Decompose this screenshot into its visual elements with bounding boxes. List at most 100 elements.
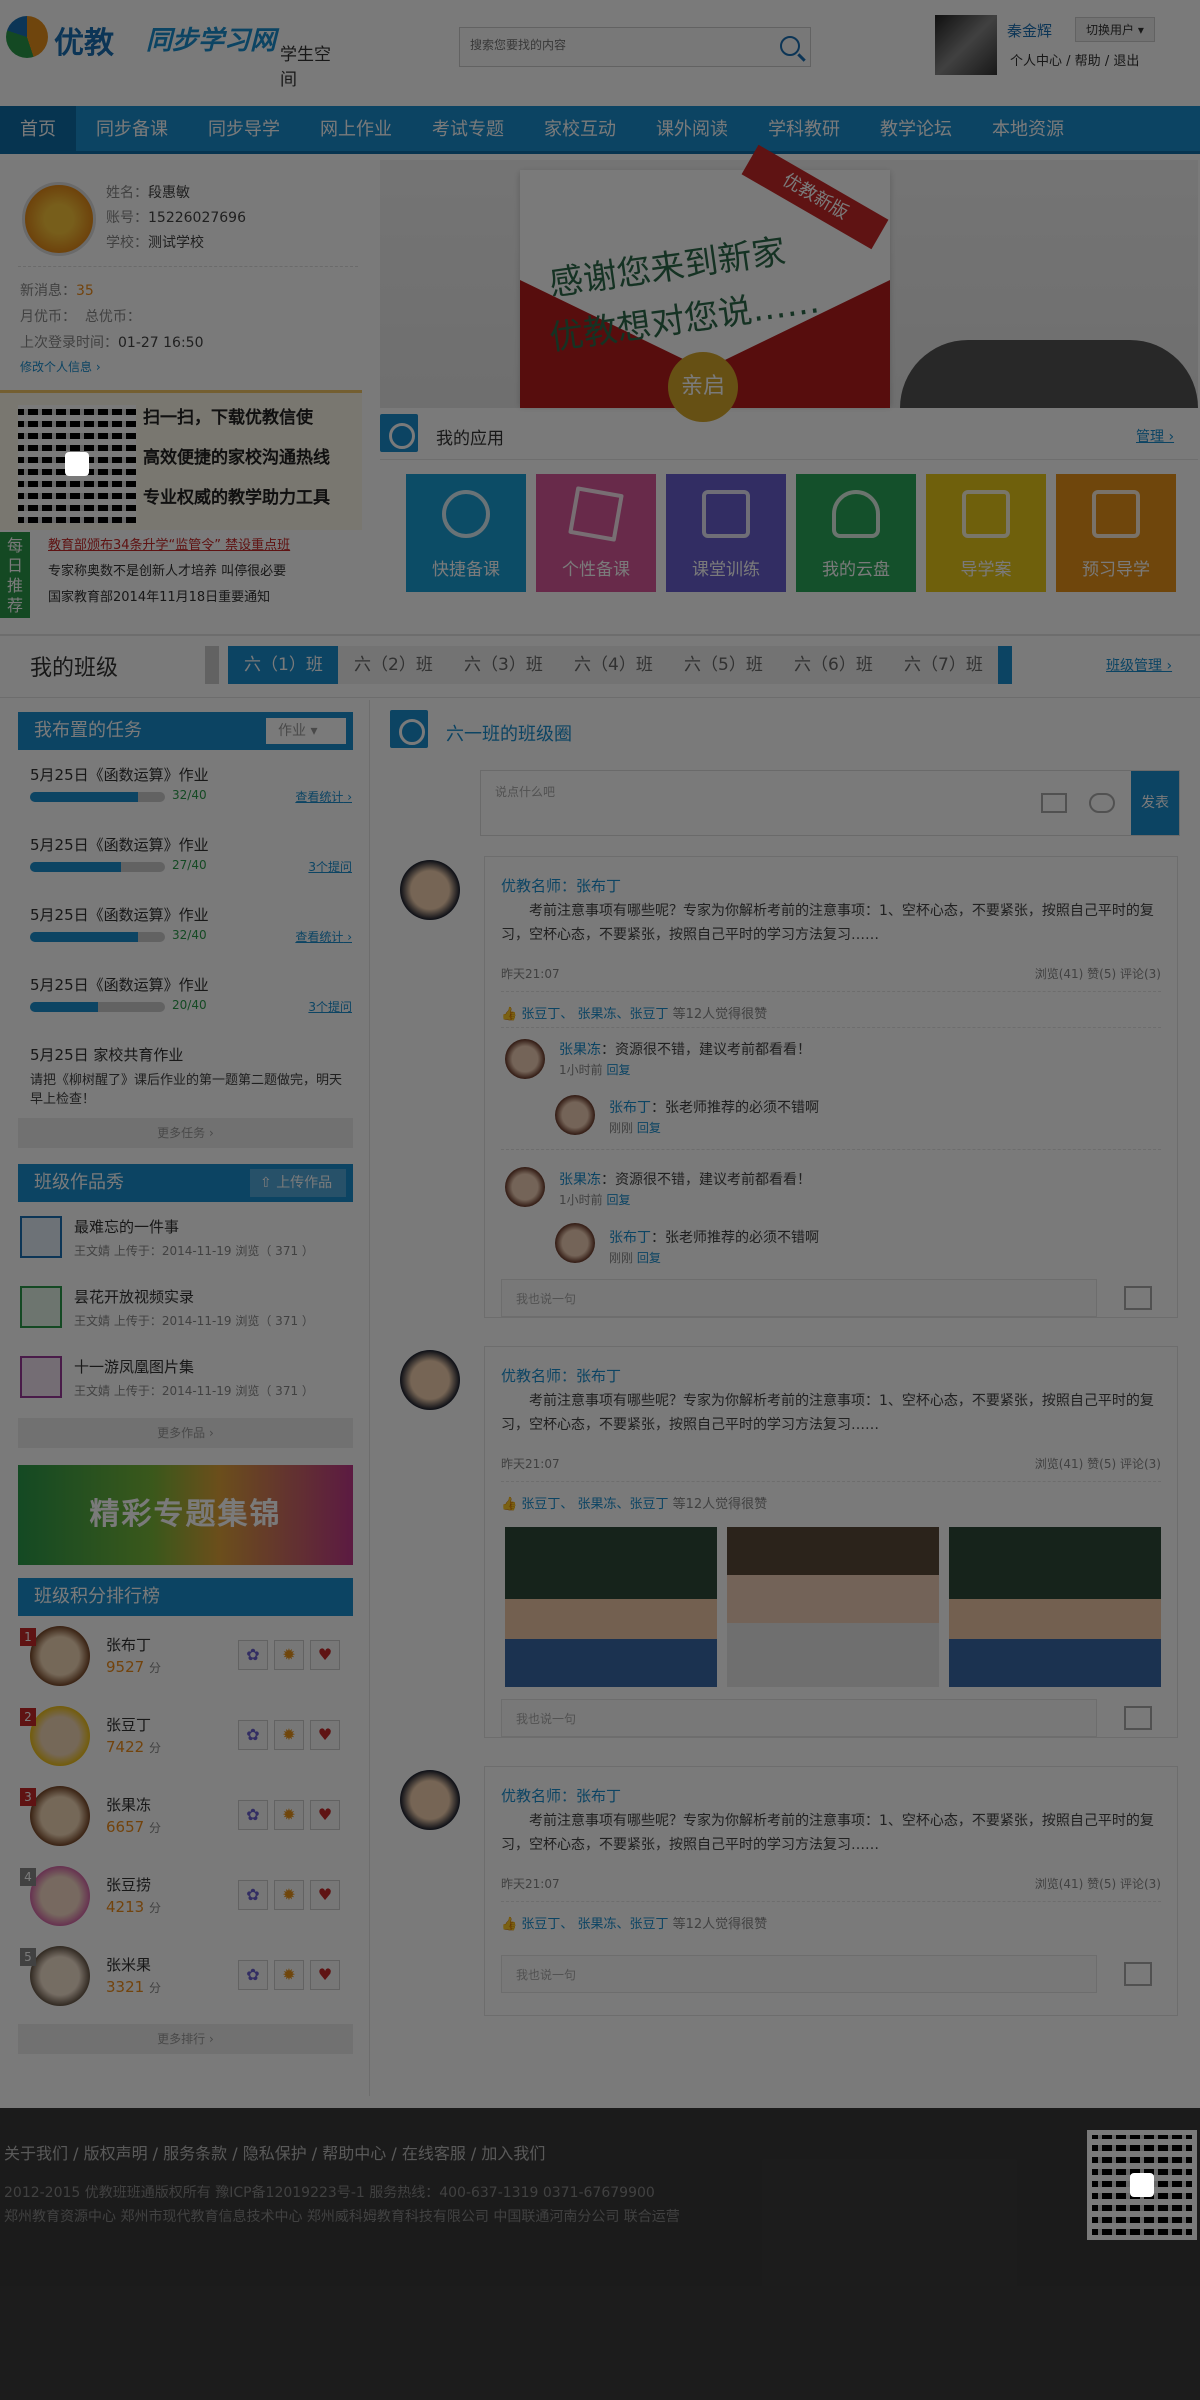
task-item[interactable]: 5月25日《函数运算》作业 27/40 3个提问 bbox=[30, 834, 352, 874]
post-avatar[interactable] bbox=[400, 1350, 460, 1410]
flower-icon[interactable]: ✿ bbox=[238, 1720, 268, 1750]
app-tile-quick-prep[interactable]: 快捷备课 bbox=[406, 474, 526, 592]
daily-item[interactable]: 教育部颁布34条升学“监管令” 禁设重点班 bbox=[48, 534, 290, 553]
class-tab[interactable]: 六（6）班 bbox=[778, 646, 889, 684]
flower-icon[interactable]: ✿ bbox=[238, 1800, 268, 1830]
task-link[interactable]: 查看统计 › bbox=[295, 788, 352, 805]
class-tab[interactable]: 六（5）班 bbox=[668, 646, 779, 684]
comment-avatar[interactable] bbox=[505, 1167, 545, 1207]
edit-profile-link[interactable]: 修改个人信息 › bbox=[20, 358, 101, 375]
sun-icon[interactable]: ✹ bbox=[274, 1880, 304, 1910]
search-icon[interactable] bbox=[780, 36, 800, 56]
class-tab[interactable]: 六（4）班 bbox=[558, 646, 669, 684]
rank-avatar[interactable] bbox=[30, 1626, 90, 1686]
nav-research[interactable]: 学科教研 bbox=[748, 106, 860, 154]
task-filter-select[interactable]: 作业 ▾ bbox=[266, 718, 346, 744]
app-tile-cloud-disk[interactable]: 我的云盘 bbox=[796, 474, 916, 592]
work-title[interactable]: 昙花开放视频实录 bbox=[74, 1286, 194, 1307]
work-title[interactable]: 最难忘的一件事 bbox=[74, 1216, 179, 1237]
post-avatar[interactable] bbox=[400, 1770, 460, 1830]
nav-forum[interactable]: 教学论坛 bbox=[860, 106, 972, 154]
nav-sync-prep[interactable]: 同步备课 bbox=[76, 106, 188, 154]
reply-link[interactable]: 回复 bbox=[606, 1063, 630, 1077]
rank-avatar[interactable] bbox=[30, 1706, 90, 1766]
reply-link[interactable]: 回复 bbox=[606, 1193, 630, 1207]
class-prev-arrow[interactable] bbox=[205, 646, 219, 684]
footer-links[interactable]: 关于我们 / 版权声明 / 服务条款 / 隐私保护 / 帮助中心 / 在线客服 … bbox=[4, 2140, 545, 2164]
reply-link[interactable]: 回复 bbox=[637, 1251, 661, 1265]
profile-avatar[interactable] bbox=[22, 182, 96, 256]
post-avatar[interactable] bbox=[400, 860, 460, 920]
app-tile-preview[interactable]: 预习导学 bbox=[1056, 474, 1176, 592]
reply-input[interactable]: 我也说一句 bbox=[501, 1699, 1152, 1737]
nav-reading[interactable]: 课外阅读 bbox=[636, 106, 748, 154]
heart-icon[interactable]: ♥ bbox=[310, 1640, 340, 1670]
image-upload-icon[interactable] bbox=[1041, 793, 1067, 813]
class-tab[interactable]: 六（1）班 bbox=[228, 646, 339, 684]
apps-manage-link[interactable]: 管理 › bbox=[1136, 426, 1174, 446]
switch-user-button[interactable]: 切换用户 ▾ bbox=[1075, 17, 1155, 42]
task-item[interactable]: 5月25日《函数运算》作业 32/40 查看统计 › bbox=[30, 904, 352, 944]
task-link[interactable]: 3个提问 bbox=[308, 998, 352, 1015]
task-item[interactable]: 5月25日《函数运算》作业 20/40 3个提问 bbox=[30, 974, 352, 1014]
post-author[interactable]: 优教名师：张布丁 bbox=[501, 1785, 621, 1806]
attachment-icon[interactable] bbox=[1089, 793, 1115, 813]
post-stats[interactable]: 浏览(41) 赞(5) 评论(3) bbox=[1035, 965, 1161, 982]
app-tile-class-training[interactable]: 课堂训练 bbox=[666, 474, 786, 592]
task-link[interactable]: 3个提问 bbox=[308, 858, 352, 875]
class-tab[interactable]: 六（7）班 bbox=[888, 646, 999, 684]
post-input[interactable]: 说点什么吧 bbox=[495, 783, 555, 800]
search-input[interactable] bbox=[470, 38, 770, 52]
post-stats[interactable]: 浏览(41) 赞(5) 评论(3) bbox=[1035, 1455, 1161, 1472]
sun-icon[interactable]: ✹ bbox=[274, 1960, 304, 1990]
nav-local[interactable]: 本地资源 bbox=[972, 106, 1084, 154]
image-icon[interactable] bbox=[1124, 1286, 1152, 1310]
image-icon[interactable] bbox=[1124, 1962, 1152, 1986]
personal-center-link[interactable]: 个人中心 bbox=[1010, 54, 1062, 69]
likes-row[interactable]: 👍 张豆丁、 张果冻、张豆丁 等12人觉得很赞 bbox=[501, 1913, 767, 1932]
sun-icon[interactable]: ✹ bbox=[274, 1720, 304, 1750]
heart-icon[interactable]: ♥ bbox=[310, 1720, 340, 1750]
nav-sync-guide[interactable]: 同步导学 bbox=[188, 106, 300, 154]
class-manage-link[interactable]: 班级管理 › bbox=[1106, 655, 1172, 675]
app-tile-personal-prep[interactable]: 个性备课 bbox=[536, 474, 656, 592]
image-icon[interactable] bbox=[1124, 1706, 1152, 1730]
post-author[interactable]: 优教名师：张布丁 bbox=[501, 875, 621, 896]
reply-input[interactable]: 我也说一句 bbox=[501, 1955, 1152, 1993]
post-stats[interactable]: 浏览(41) 赞(5) 评论(3) bbox=[1035, 1875, 1161, 1892]
post-author[interactable]: 优教名师：张布丁 bbox=[501, 1365, 621, 1386]
special-topics-banner[interactable]: 精彩专题集锦 bbox=[18, 1465, 353, 1565]
class-tab[interactable]: 六（3）班 bbox=[448, 646, 559, 684]
site-logo[interactable]: 优教 同步学习网 学生空间 bbox=[4, 14, 344, 90]
work-title[interactable]: 十一游凤凰图片集 bbox=[74, 1356, 194, 1377]
daily-item[interactable]: 国家教育部2014年11月18日重要通知 bbox=[48, 586, 270, 605]
post-photo[interactable] bbox=[727, 1527, 939, 1687]
more-tasks-button[interactable]: 更多任务 › bbox=[18, 1118, 353, 1148]
help-link[interactable]: 帮助 bbox=[1075, 54, 1101, 69]
heart-icon[interactable]: ♥ bbox=[310, 1960, 340, 1990]
comment-avatar[interactable] bbox=[555, 1223, 595, 1263]
class-tab[interactable]: 六（2）班 bbox=[338, 646, 449, 684]
sun-icon[interactable]: ✹ bbox=[274, 1640, 304, 1670]
new-messages[interactable]: 新消息：35 bbox=[20, 280, 94, 300]
heart-icon[interactable]: ♥ bbox=[310, 1800, 340, 1830]
rank-avatar[interactable] bbox=[30, 1946, 90, 2006]
flower-icon[interactable]: ✿ bbox=[238, 1640, 268, 1670]
daily-item[interactable]: 专家称奥数不是创新人才培养 叫停很必要 bbox=[48, 560, 286, 579]
task-item[interactable]: 5月25日《函数运算》作业 32/40 查看统计 › bbox=[30, 764, 352, 804]
app-tile-study-guide[interactable]: 导学案 bbox=[926, 474, 1046, 592]
rank-avatar[interactable] bbox=[30, 1786, 90, 1846]
rank-avatar[interactable] bbox=[30, 1866, 90, 1926]
task-link[interactable]: 查看统计 › bbox=[295, 928, 352, 945]
reply-input[interactable]: 我也说一句 bbox=[501, 1279, 1152, 1317]
post-photo[interactable] bbox=[505, 1527, 717, 1687]
nav-online-homework[interactable]: 网上作业 bbox=[300, 106, 412, 154]
nav-exam[interactable]: 考试专题 bbox=[412, 106, 524, 154]
more-ranking-button[interactable]: 更多排行 › bbox=[18, 2024, 353, 2054]
task-item[interactable]: 5月25日 家校共育作业 请把《柳树醒了》课后作业的第一题第二题做完，明天早上检… bbox=[30, 1044, 352, 1109]
flower-icon[interactable]: ✿ bbox=[238, 1960, 268, 1990]
user-avatar[interactable] bbox=[935, 15, 997, 75]
nav-home[interactable]: 首页 bbox=[0, 106, 76, 154]
comment-avatar[interactable] bbox=[505, 1039, 545, 1079]
heart-icon[interactable]: ♥ bbox=[310, 1880, 340, 1910]
